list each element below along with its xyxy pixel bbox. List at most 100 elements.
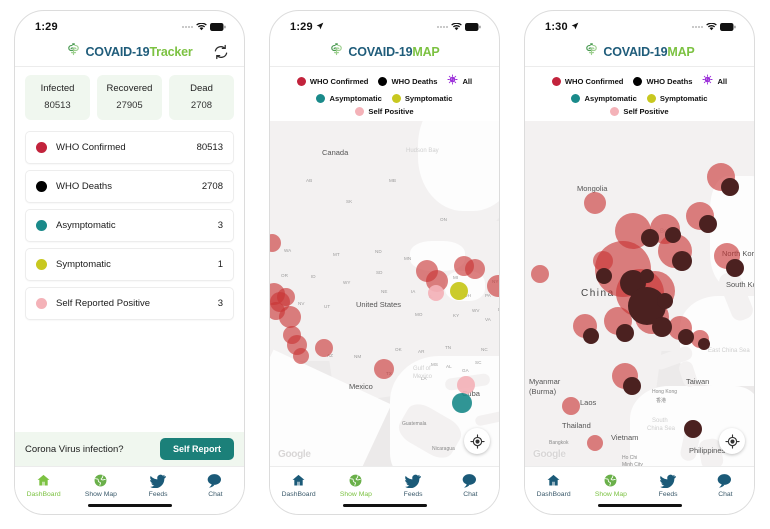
status-indicators bbox=[692, 23, 736, 31]
map-marker-death[interactable] bbox=[652, 317, 672, 337]
tab-show-map[interactable]: Show Map bbox=[327, 472, 384, 498]
map-marker-death[interactable] bbox=[699, 215, 717, 233]
tab-feeds[interactable]: Feeds bbox=[640, 472, 697, 498]
app-header-map-americas: COVAID-19MAP bbox=[270, 37, 499, 67]
map-marker-conf[interactable] bbox=[584, 192, 606, 214]
map-marker-death[interactable] bbox=[672, 251, 692, 271]
map-marker-death[interactable] bbox=[665, 227, 681, 243]
map-marker-death[interactable] bbox=[698, 338, 710, 350]
category-dot bbox=[36, 259, 47, 270]
map-marker-conf[interactable] bbox=[531, 265, 549, 283]
map-marker-conf[interactable] bbox=[374, 359, 394, 379]
map-label: United States bbox=[356, 300, 402, 309]
legend-item-who-confirmed[interactable]: WHO Confirmed bbox=[296, 76, 368, 86]
status-time-text: 1:29 bbox=[290, 21, 313, 33]
legend-item-all[interactable]: All bbox=[447, 72, 472, 90]
map-label: NE bbox=[381, 289, 388, 294]
stat-card-recovered: Recovered 27905 bbox=[97, 75, 162, 120]
category-dot bbox=[36, 220, 47, 231]
dashboard-body: Infected 80513 Recovered 27905 Dead 2708… bbox=[15, 67, 244, 320]
legend-item-symptomatic[interactable]: Symptomatic bbox=[646, 94, 708, 103]
map-canvas-americas[interactable]: Canada United States Mexico Cuba Guatemala Ni… bbox=[270, 121, 499, 466]
list-item[interactable]: Self Reported Positive 3 bbox=[25, 287, 234, 320]
tab-chat[interactable]: Chat bbox=[442, 472, 499, 498]
tab-show-map[interactable]: Show Map bbox=[72, 472, 129, 498]
map-marker-death[interactable] bbox=[583, 328, 599, 344]
map-marker-teal[interactable] bbox=[452, 393, 472, 413]
tab-label: Show Map bbox=[84, 491, 117, 498]
map-label: AR bbox=[418, 349, 425, 354]
map-marker-conf[interactable] bbox=[587, 435, 603, 451]
map-marker-conf[interactable] bbox=[465, 259, 485, 279]
map-marker-death[interactable] bbox=[616, 324, 634, 342]
map-marker-death[interactable] bbox=[726, 259, 744, 277]
map-canvas-asia[interactable]: MongoliaChinaNorth KoreaSouth KoreaMyanm… bbox=[525, 121, 754, 466]
map-label: Hong Kong bbox=[652, 389, 678, 395]
category-dot bbox=[36, 142, 47, 153]
battery-icon bbox=[720, 23, 736, 31]
legend-item-self-positive[interactable]: Self Positive bbox=[355, 107, 414, 116]
tab-show-map[interactable]: Show Map bbox=[582, 472, 639, 498]
google-attribution: Google bbox=[278, 449, 311, 460]
map-marker-pink[interactable] bbox=[457, 376, 475, 394]
map-marker-death[interactable] bbox=[657, 293, 673, 309]
legend-label: WHO Deaths bbox=[391, 76, 438, 86]
tab-dashboard[interactable]: DashBoard bbox=[15, 472, 72, 498]
map-marker-pink[interactable] bbox=[428, 285, 444, 301]
location-arrow-icon bbox=[571, 21, 579, 33]
legend-item-asymptomatic[interactable]: Asymptomatic bbox=[571, 94, 637, 103]
legend-row: WHO Confirmed WHO Deaths All bbox=[531, 72, 748, 90]
map-marker-death[interactable] bbox=[684, 420, 702, 438]
crosshair-locate-icon[interactable] bbox=[719, 428, 745, 454]
status-bar-1: 1:29 bbox=[15, 11, 244, 37]
legend-item-who-deaths[interactable]: WHO Deaths bbox=[378, 76, 438, 86]
map-marker-yellow[interactable] bbox=[450, 282, 468, 300]
legend-item-all[interactable]: All bbox=[702, 72, 727, 90]
brand-prefix: COVAID-19 bbox=[85, 44, 150, 59]
chat-bubble-icon bbox=[697, 472, 754, 489]
legend-item-symptomatic[interactable]: Symptomatic bbox=[391, 94, 453, 103]
map-marker-conf[interactable] bbox=[279, 306, 301, 328]
legend-item-self-positive[interactable]: Self Positive bbox=[610, 107, 669, 116]
stat-value: 27905 bbox=[116, 100, 143, 111]
tab-label: Feeds bbox=[658, 491, 678, 498]
refresh-sync-icon[interactable] bbox=[212, 43, 230, 61]
map-marker-death[interactable] bbox=[641, 229, 659, 247]
list-item[interactable]: WHO Confirmed 80513 bbox=[25, 131, 234, 164]
map-marker-conf[interactable] bbox=[315, 339, 333, 357]
map-label: MO bbox=[415, 312, 423, 317]
legend-label: WHO Confirmed bbox=[564, 76, 624, 86]
crosshair-locate-icon[interactable] bbox=[464, 428, 490, 454]
list-item[interactable]: Symptomatic 1 bbox=[25, 248, 234, 281]
map-label: NM bbox=[354, 354, 362, 359]
tab-feeds[interactable]: Feeds bbox=[130, 472, 187, 498]
self-report-button[interactable]: Self Report bbox=[159, 438, 234, 460]
map-marker-death[interactable] bbox=[623, 377, 641, 395]
list-item[interactable]: WHO Deaths 2708 bbox=[25, 170, 234, 203]
tab-dashboard[interactable]: DashBoard bbox=[270, 472, 327, 498]
chat-bubble-icon bbox=[442, 472, 499, 489]
legend-item-asymptomatic[interactable]: Asymptomatic bbox=[316, 94, 382, 103]
home-icon bbox=[270, 472, 327, 489]
phone-map-asia: 1:30 COVAID-19MAP WHO Confirmed WHO Deat… bbox=[524, 10, 755, 515]
map-marker-death[interactable] bbox=[640, 269, 654, 283]
tab-chat[interactable]: Chat bbox=[187, 472, 244, 498]
map-marker-death[interactable] bbox=[678, 329, 694, 345]
brand-prefix: COVAID-19 bbox=[603, 44, 668, 59]
twitter-bird-icon bbox=[385, 472, 442, 489]
legend-item-who-confirmed[interactable]: WHO Confirmed bbox=[551, 76, 624, 86]
map-label: IA bbox=[411, 289, 416, 294]
map-marker-death[interactable] bbox=[596, 268, 612, 284]
map-label: VA bbox=[485, 317, 491, 322]
map-label: Mexico bbox=[349, 382, 373, 391]
tab-chat[interactable]: Chat bbox=[697, 472, 754, 498]
list-item[interactable]: Asymptomatic 3 bbox=[25, 209, 234, 242]
legend-row: WHO Confirmed WHO Deaths All bbox=[276, 72, 493, 90]
map-marker-conf[interactable] bbox=[562, 397, 580, 415]
stat-card-infected: Infected 80513 bbox=[25, 75, 90, 120]
map-marker-death[interactable] bbox=[721, 178, 739, 196]
legend-item-who-deaths[interactable]: WHO Deaths bbox=[633, 76, 692, 86]
map-marker-conf[interactable] bbox=[293, 348, 309, 364]
tab-dashboard[interactable]: DashBoard bbox=[525, 472, 582, 498]
tab-feeds[interactable]: Feeds bbox=[385, 472, 442, 498]
